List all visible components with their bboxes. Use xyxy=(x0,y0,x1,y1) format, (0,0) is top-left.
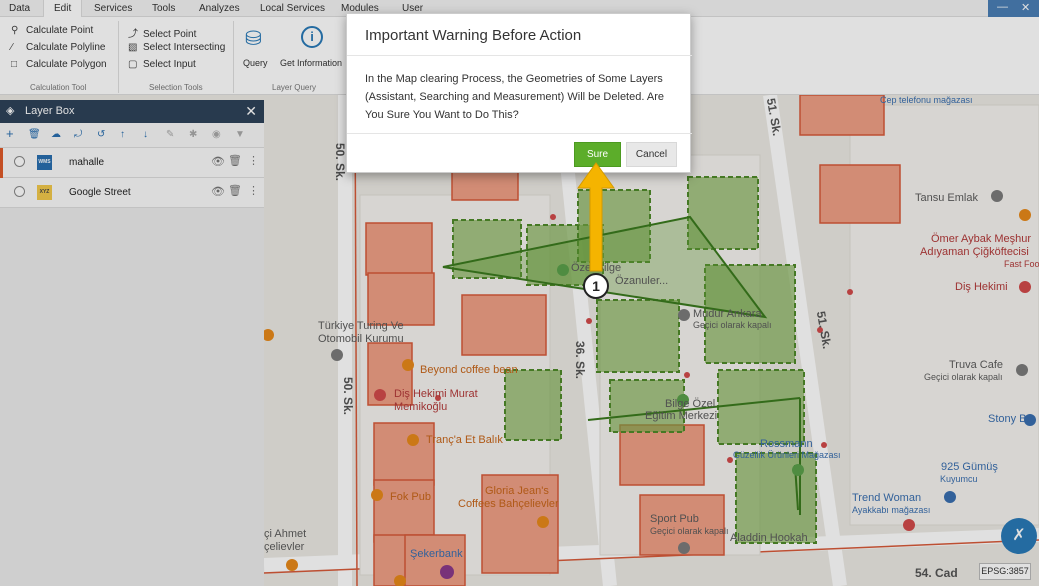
step-badge: 1 xyxy=(583,273,609,299)
annotation-arrow xyxy=(577,162,615,272)
